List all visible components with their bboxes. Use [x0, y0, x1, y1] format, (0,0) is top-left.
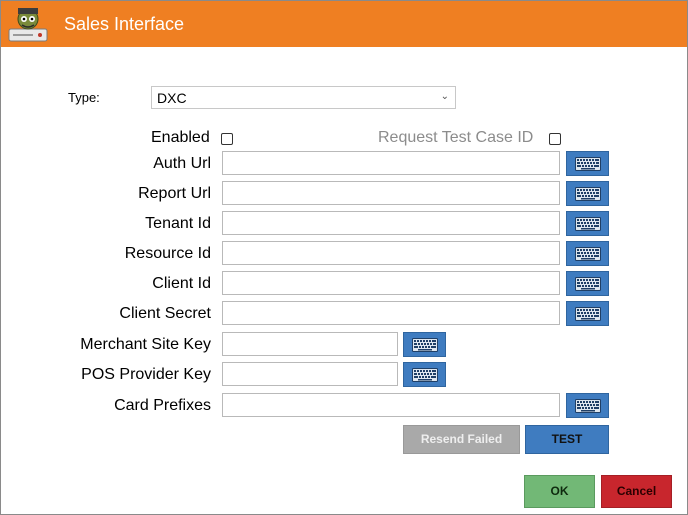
pos-provider-key-input[interactable]	[222, 362, 398, 386]
merchant-site-key-input[interactable]	[222, 332, 398, 356]
merchant-site-key-keyboard-button[interactable]	[403, 332, 446, 357]
client-secret-label: Client Secret	[119, 305, 211, 322]
auth-url-label: Auth Url	[153, 155, 211, 172]
resend-failed-button[interactable]: Resend Failed	[403, 425, 520, 454]
resource-id-label: Resource Id	[124, 245, 211, 262]
ok-button[interactable]: OK	[524, 475, 595, 508]
type-select[interactable]: DXC ⌄	[151, 86, 456, 109]
test-button[interactable]: TEST	[525, 425, 609, 454]
auth-url-keyboard-button[interactable]	[566, 151, 609, 176]
pos-provider-key-keyboard-button[interactable]	[403, 362, 446, 387]
client-secret-keyboard-button[interactable]	[566, 301, 609, 326]
report-url-keyboard-button[interactable]	[566, 181, 609, 206]
enabled-label: Enabled	[151, 129, 210, 146]
type-label: Type:	[68, 90, 100, 105]
card-prefixes-input[interactable]	[222, 393, 560, 417]
card-prefixes-label: Card Prefixes	[114, 397, 211, 414]
app-icon	[7, 5, 49, 43]
chevron-down-icon[interactable]: ⌄	[441, 91, 449, 102]
report-url-label: Report Url	[138, 185, 211, 202]
type-selected-value: DXC	[157, 90, 187, 106]
client-id-label: Client Id	[152, 275, 211, 292]
card-prefixes-keyboard-button[interactable]	[566, 393, 609, 418]
merchant-site-key-label: Merchant Site Key	[80, 336, 211, 353]
auth-url-input[interactable]	[222, 151, 560, 175]
resource-id-input[interactable]	[222, 241, 560, 265]
client-secret-input[interactable]	[222, 301, 560, 325]
tenant-id-label: Tenant Id	[145, 215, 211, 232]
request-test-case-label: Request Test Case ID	[378, 129, 534, 146]
tenant-id-input[interactable]	[222, 211, 560, 235]
window-title: Sales Interface	[64, 14, 185, 34]
report-url-input[interactable]	[222, 181, 560, 205]
tenant-id-keyboard-button[interactable]	[566, 211, 609, 236]
request-test-case-checkbox[interactable]	[549, 133, 561, 145]
pos-provider-key-label: POS Provider Key	[81, 366, 211, 383]
title-bar: Sales Interface	[1, 1, 687, 47]
enabled-checkbox[interactable]	[221, 133, 233, 145]
client-id-keyboard-button[interactable]	[566, 271, 609, 296]
cancel-button[interactable]: Cancel	[601, 475, 672, 508]
sales-interface-window: Sales Interface Type: DXC ⌄ Enabled Requ…	[0, 0, 688, 515]
client-id-input[interactable]	[222, 271, 560, 295]
resource-id-keyboard-button[interactable]	[566, 241, 609, 266]
